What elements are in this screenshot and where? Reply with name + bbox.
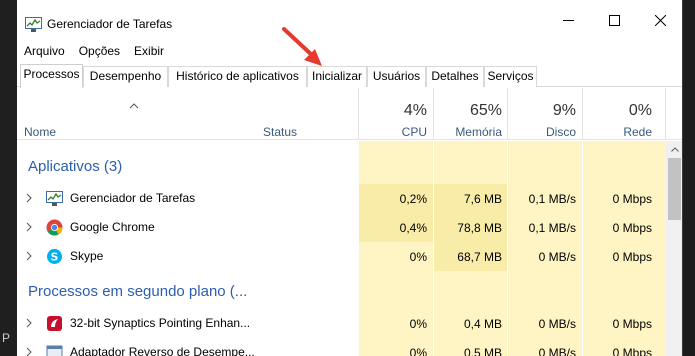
title-bar[interactable]: Gerenciador de Tarefas — [17, 0, 682, 42]
table-row[interactable]: S Skype 0% 68,7 MB 0 MB/s 0 Mbps — [17, 242, 666, 271]
synaptics-icon — [47, 316, 62, 331]
cpu-value: 0% — [409, 346, 427, 356]
column-header-memory[interactable]: Memória — [434, 125, 502, 139]
minimize-button[interactable] — [545, 4, 591, 36]
chevron-right-icon[interactable] — [25, 317, 33, 329]
table-row[interactable]: Google Chrome 0,4% 78,8 MB 0,1 MB/s 0 Mb… — [17, 213, 666, 242]
column-header-disk[interactable]: Disco — [508, 125, 576, 139]
process-name: 32-bit Synaptics Pointing Enhan... — [70, 316, 251, 330]
column-header-cpu[interactable]: CPU — [359, 125, 427, 139]
memory-value: 7,6 MB — [463, 192, 502, 206]
desktop-edge-text: P — [2, 331, 11, 345]
chevron-right-icon[interactable] — [25, 250, 33, 262]
disk-value: 0 MB/s — [538, 317, 576, 331]
svg-text:S: S — [51, 251, 59, 264]
memory-value: 68,7 MB — [457, 250, 502, 264]
memory-total-percent: 65% — [469, 102, 502, 119]
cpu-value: 0,4% — [399, 221, 427, 235]
desktop-background-right — [683, 0, 695, 356]
tab-inicializar[interactable]: Inicializar — [307, 66, 367, 87]
column-separator[interactable] — [665, 88, 666, 140]
group-header-apps[interactable]: Aplicativos (3) — [28, 158, 122, 175]
task-manager-icon — [25, 17, 42, 32]
tab-servicos[interactable]: Serviços — [484, 66, 537, 87]
scrollbar-thumb[interactable] — [668, 158, 681, 220]
memory-value: 0,4 MB — [463, 317, 502, 331]
tab-usuarios[interactable]: Usuários — [367, 66, 426, 87]
close-button[interactable] — [637, 4, 682, 36]
cpu-value: 0,2% — [399, 192, 427, 206]
cpu-value: 0% — [409, 317, 427, 331]
chrome-icon — [46, 219, 63, 236]
disk-total-percent: 9% — [552, 102, 576, 119]
column-header-name[interactable]: Nome — [24, 125, 56, 139]
tab-detalhes[interactable]: Detalhes — [426, 66, 484, 87]
desktop-background-left: P — [0, 0, 17, 356]
maximize-icon — [608, 14, 620, 26]
chevron-up-icon — [670, 147, 679, 152]
sort-ascending-icon[interactable] — [129, 103, 139, 109]
table-row[interactable]: Gerenciador de Tarefas 0,2% 7,6 MB 0,1 M… — [17, 184, 666, 213]
network-value: 0 Mbps — [612, 250, 652, 264]
network-value: 0 Mbps — [612, 317, 652, 331]
service-icon — [46, 345, 63, 356]
disk-value: 0 MB/s — [538, 250, 576, 264]
disk-value: 0 MB/s — [538, 346, 576, 356]
process-name: Adaptador Reverso de Desempe... — [70, 345, 255, 356]
window-title: Gerenciador de Tarefas — [47, 17, 173, 31]
minimize-icon — [562, 19, 574, 21]
tab-bar: Processos Desempenho Histórico de aplica… — [17, 64, 682, 88]
task-manager-window: Gerenciador de Tarefas Arquivo Opções Ex… — [17, 0, 683, 356]
tab-desempenho[interactable]: Desempenho — [83, 66, 168, 87]
close-icon — [654, 14, 666, 26]
skype-icon: S — [47, 249, 62, 264]
network-total-percent: 0% — [628, 102, 652, 119]
column-header-status[interactable]: Status — [263, 125, 297, 139]
red-arrow-annotation-icon — [282, 27, 322, 66]
network-value: 0 Mbps — [612, 221, 652, 235]
maximize-button[interactable] — [591, 4, 637, 36]
memory-value: 78,8 MB — [457, 221, 502, 235]
chevron-right-icon[interactable] — [25, 221, 33, 233]
column-header-network[interactable]: Rede — [583, 125, 652, 139]
tab-processos[interactable]: Processos — [20, 64, 83, 88]
memory-value: 0,5 MB — [463, 346, 502, 356]
process-name: Google Chrome — [70, 220, 155, 234]
disk-value: 0,1 MB/s — [528, 192, 576, 206]
table-row[interactable]: Adaptador Reverso de Desempe... 0% 0,5 M… — [17, 338, 666, 356]
menu-exibir[interactable]: Exibir — [127, 42, 171, 62]
menu-opcoes[interactable]: Opções — [72, 42, 127, 62]
menu-arquivo[interactable]: Arquivo — [17, 42, 72, 62]
process-name: Gerenciador de Tarefas — [70, 191, 196, 205]
menu-bar: Arquivo Opções Exibir — [17, 42, 171, 62]
task-manager-icon — [46, 191, 63, 206]
tab-historico-aplicativos[interactable]: Histórico de aplicativos — [168, 66, 307, 87]
group-header-background[interactable]: Processos em segundo plano (... — [28, 283, 247, 300]
chevron-right-icon[interactable] — [25, 346, 33, 356]
cpu-value: 0% — [409, 250, 427, 264]
network-value: 0 Mbps — [612, 346, 652, 356]
chevron-right-icon[interactable] — [25, 192, 33, 204]
network-value: 0 Mbps — [612, 192, 652, 206]
disk-value: 0,1 MB/s — [528, 221, 576, 235]
table-row[interactable]: 32-bit Synaptics Pointing Enhan... 0% 0,… — [17, 309, 666, 338]
process-name: Skype — [70, 249, 104, 263]
scroll-up-button[interactable] — [666, 141, 682, 158]
cpu-total-percent: 4% — [403, 102, 427, 119]
